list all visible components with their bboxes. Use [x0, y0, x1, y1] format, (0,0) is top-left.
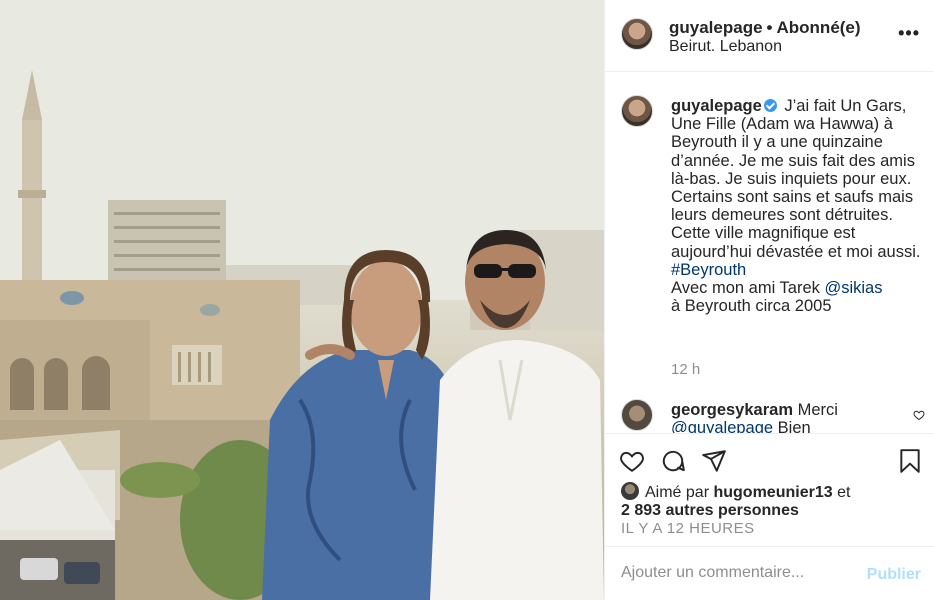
comments-section: guyalepage J’ai fait Un Gars, Une Fille … — [605, 73, 934, 433]
publish-button[interactable]: Publier — [867, 566, 921, 584]
likes-prefix: Aimé par — [645, 484, 710, 501]
post-side-panel: guyalepage • Abonné(e) Beirut. Lebanon •••… — [604, 0, 934, 600]
liker-avatar[interactable] — [621, 482, 639, 500]
beirut-photo-illustration — [0, 0, 604, 600]
heart-icon[interactable] — [619, 448, 645, 474]
caption-text-end: à Beyrouth circa 2005 — [671, 297, 832, 316]
likes-count[interactable]: 2 893 autres personnes — [621, 502, 799, 519]
post-location[interactable]: Beirut. Lebanon — [669, 38, 782, 56]
author-avatar[interactable] — [621, 18, 653, 50]
commenter-avatar[interactable] — [621, 399, 653, 431]
author-line: guyalepage • Abonné(e) — [669, 18, 861, 38]
post-header: guyalepage • Abonné(e) Beirut. Lebanon ••• — [605, 0, 934, 72]
caption-text-mid: Avec mon ami Tarek — [671, 279, 820, 298]
post-timestamp[interactable]: IL Y A 12 HEURES — [621, 520, 755, 537]
caption-time[interactable]: 12 h — [671, 361, 700, 378]
post-actions: Aimé par hugomeunier13 et 2 893 autres p… — [605, 433, 934, 545]
caption-hashtag[interactable]: #Beyrouth — [671, 261, 746, 279]
send-icon[interactable] — [701, 448, 727, 474]
comment-input[interactable] — [621, 564, 851, 582]
caption-username[interactable]: guyalepage — [671, 97, 762, 115]
comment-text-rest: Bien — [773, 419, 811, 433]
liker-username[interactable]: hugomeunier13 — [713, 484, 832, 501]
add-comment-bar: Publier — [605, 546, 934, 600]
author-username[interactable]: guyalepage — [669, 18, 763, 37]
caption-author-avatar[interactable] — [621, 95, 653, 127]
post-caption: guyalepage J’ai fait Un Gars, Une Fille … — [671, 97, 929, 315]
comment-icon[interactable] — [660, 448, 686, 474]
follow-status[interactable]: Abonné(e) — [777, 18, 861, 37]
likes-summary: Aimé par hugomeunier13 et 2 893 autres p… — [621, 482, 921, 520]
verified-badge-icon — [763, 99, 777, 112]
comment-item: georgesykaram Merci @guyalepage Bien — [671, 401, 911, 433]
comment-mention[interactable]: @guyalepage — [671, 419, 773, 433]
bookmark-icon[interactable] — [897, 448, 923, 474]
commenter-username[interactable]: georgesykaram — [671, 401, 793, 419]
post-photo[interactable] — [0, 0, 604, 600]
more-horizontal-icon[interactable]: ••• — [898, 24, 920, 42]
likes-connector: et — [837, 484, 851, 501]
caption-text: J’ai fait Un Gars, Une Fille (Adam wa Ha… — [671, 97, 921, 261]
caption-mention[interactable]: @sikias — [824, 279, 882, 297]
comment-text: Merci — [797, 401, 838, 419]
comment-like-icon[interactable] — [913, 409, 925, 421]
header-separator: • — [766, 18, 773, 37]
